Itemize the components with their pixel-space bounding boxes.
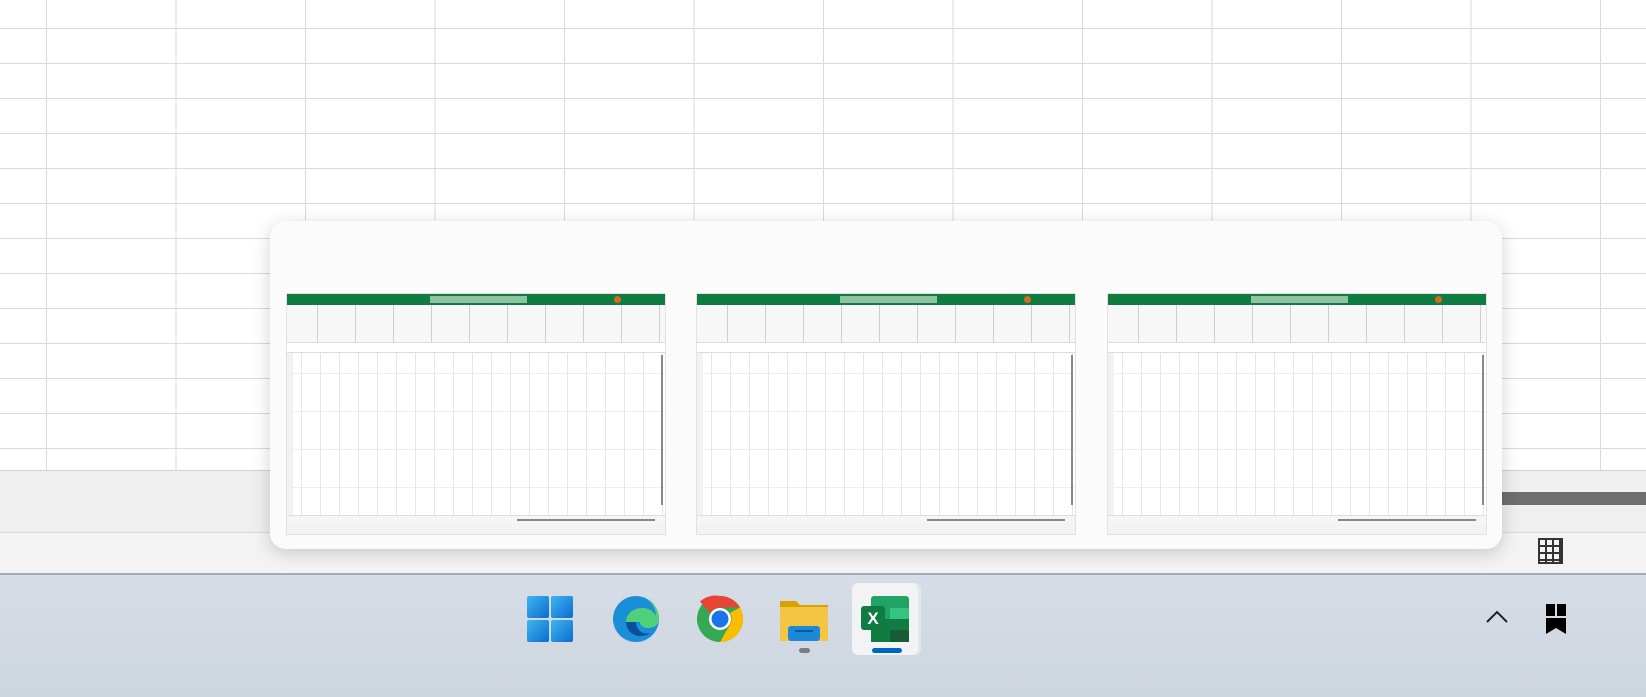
- normal-view-icon[interactable]: [1538, 538, 1563, 564]
- chevron-up-icon[interactable]: [1484, 608, 1510, 631]
- windows-logo-icon: [527, 596, 573, 642]
- svg-text:X: X: [867, 609, 879, 628]
- file-explorer-button[interactable]: [771, 583, 837, 655]
- excel-icon: X: [861, 596, 909, 642]
- active-indicator: [872, 648, 902, 653]
- running-indicator: [799, 648, 810, 653]
- folder-icon: [780, 601, 828, 641]
- edge-button[interactable]: [603, 583, 669, 655]
- chrome-button[interactable]: [687, 583, 753, 655]
- excel-window-thumbnail-3[interactable]: [1107, 293, 1487, 535]
- excel-button[interactable]: X: [852, 583, 918, 655]
- taskbar-window-preview-popup: [270, 221, 1502, 549]
- start-button[interactable]: [517, 583, 583, 655]
- edge-icon: [613, 596, 659, 642]
- tray-app-icon[interactable]: [1546, 604, 1646, 639]
- excel-window-thumbnail-2[interactable]: [696, 293, 1076, 535]
- excel-window-thumbnail-1[interactable]: [286, 293, 666, 535]
- chrome-icon: [697, 595, 744, 643]
- horizontal-scrollbar[interactable]: [1502, 492, 1646, 505]
